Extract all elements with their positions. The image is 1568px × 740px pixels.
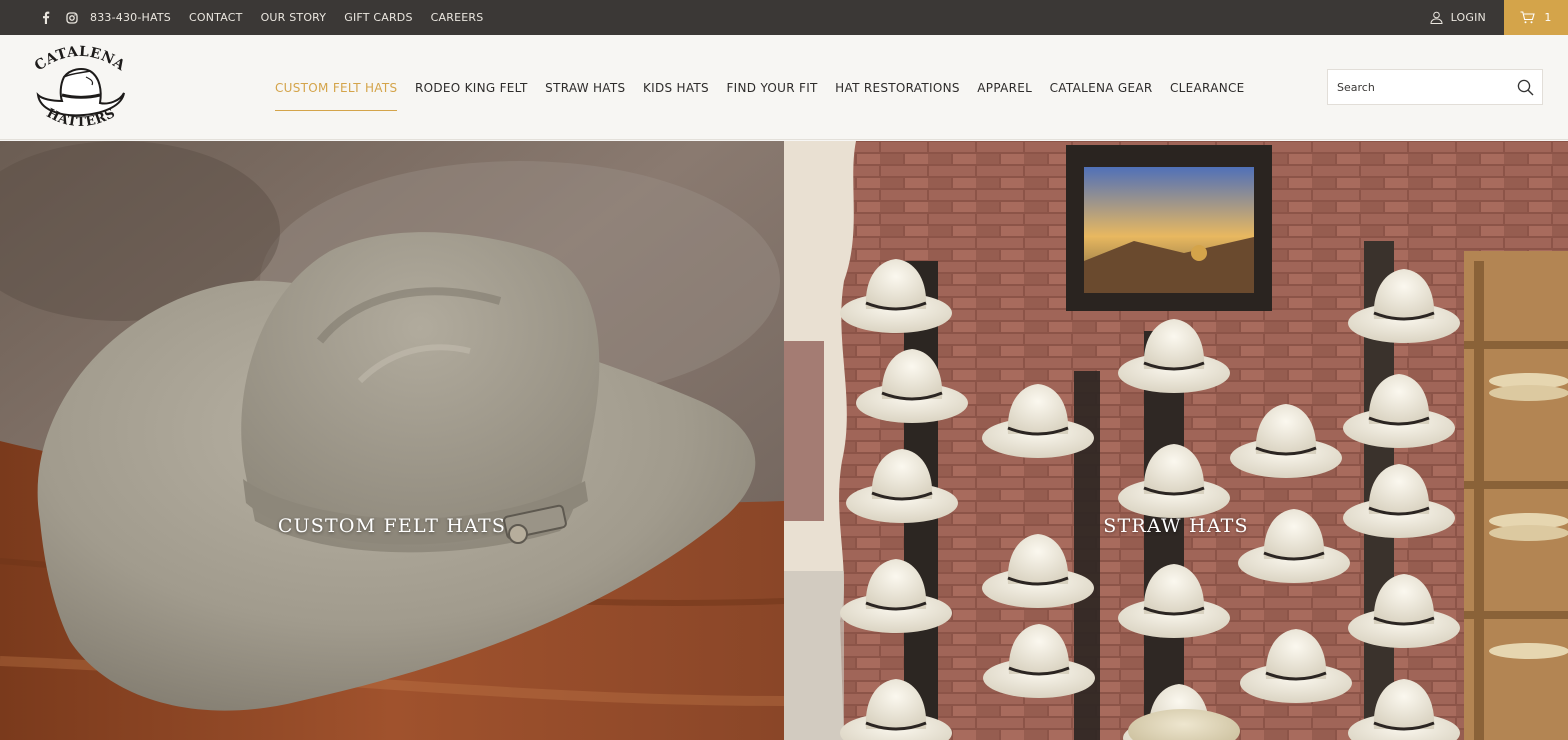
nav-clearance[interactable]: CLEARANCE: [1170, 81, 1245, 95]
nav-apparel[interactable]: APPAREL: [977, 81, 1032, 95]
login-label: LOGIN: [1450, 11, 1486, 24]
topbar-left: 833-430-HATS CONTACT OUR STORY GIFT CARD…: [36, 0, 501, 35]
gift-cards-link[interactable]: GIFT CARDS: [344, 11, 412, 24]
nav-hat-restorations[interactable]: HAT RESTORATIONS: [835, 81, 960, 95]
hero-custom-felt-hats[interactable]: CUSTOM FELT HATS: [0, 141, 784, 740]
catalena-hatters-logo[interactable]: CATALENA HATTERS: [30, 43, 130, 133]
search-button[interactable]: [1508, 70, 1542, 104]
nav-catalena-gear[interactable]: CATALENA GEAR: [1050, 81, 1153, 95]
felt-hat-image: [0, 141, 784, 740]
main-nav: CUSTOM FELT HATS RODEO KING FELT STRAW H…: [275, 35, 1262, 140]
nav-custom-felt-hats[interactable]: CUSTOM FELT HATS: [275, 81, 398, 111]
top-utility-bar: 833-430-HATS CONTACT OUR STORY GIFT CARD…: [0, 0, 1568, 35]
nav-find-your-fit[interactable]: FIND YOUR FIT: [726, 81, 817, 95]
cart-icon: [1520, 11, 1536, 24]
topbar-right: LOGIN 1: [1430, 0, 1568, 35]
nav-kids-hats[interactable]: KIDS HATS: [643, 81, 709, 95]
nav-straw-hats[interactable]: STRAW HATS: [545, 81, 625, 95]
hero-right-caption: STRAW HATS: [1103, 515, 1249, 537]
user-icon: [1430, 11, 1443, 24]
nav-rodeo-king-felt[interactable]: RODEO KING FELT: [415, 81, 528, 95]
straw-hats-image: [784, 141, 1568, 740]
login-link[interactable]: LOGIN: [1430, 11, 1486, 24]
search-box: [1327, 69, 1543, 105]
our-story-link[interactable]: OUR STORY: [261, 11, 327, 24]
contact-link[interactable]: CONTACT: [189, 11, 243, 24]
cart-count: 1: [1544, 11, 1552, 24]
search-icon: [1517, 79, 1533, 95]
phone-link[interactable]: 833-430-HATS: [90, 11, 171, 24]
instagram-icon[interactable]: [63, 9, 81, 27]
search-input[interactable]: [1328, 70, 1508, 104]
hero-left-caption: CUSTOM FELT HATS: [277, 515, 507, 537]
hero-straw-hats[interactable]: STRAW HATS: [784, 141, 1568, 740]
main-header: CATALENA HATTERS CUSTOM FELT HATS RODEO …: [0, 35, 1568, 140]
facebook-icon[interactable]: [36, 9, 54, 27]
cart-button[interactable]: 1: [1504, 0, 1568, 35]
careers-link[interactable]: CAREERS: [431, 11, 484, 24]
